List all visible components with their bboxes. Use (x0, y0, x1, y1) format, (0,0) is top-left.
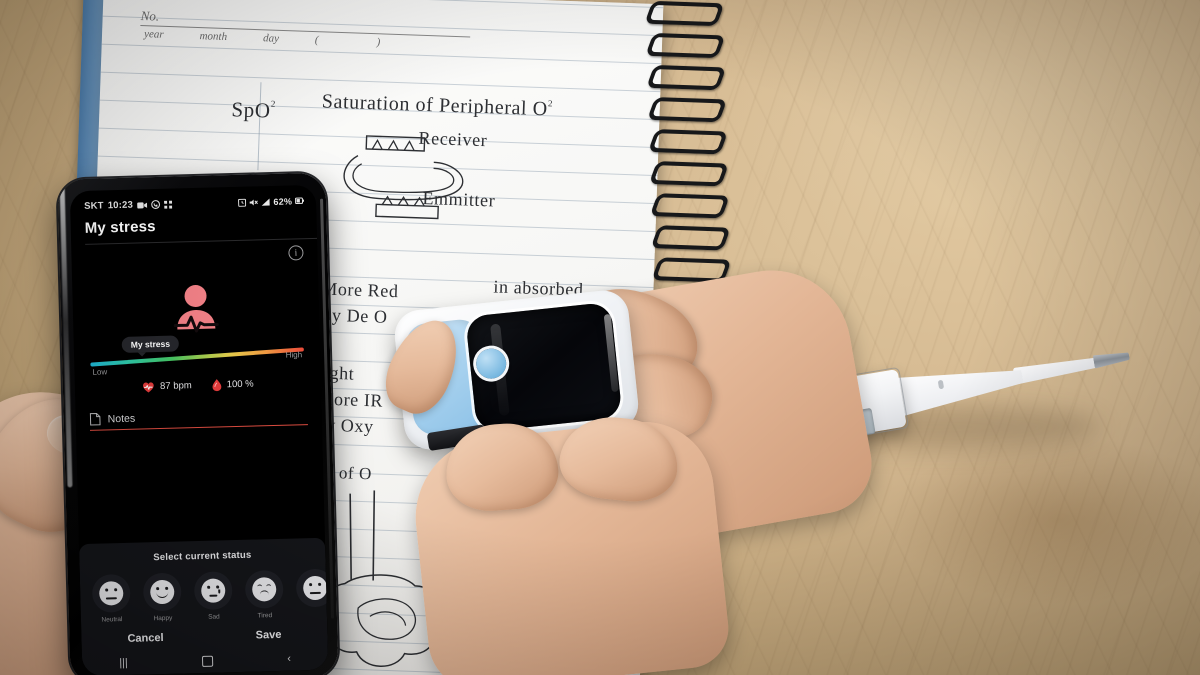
carrier-label: SKT (84, 200, 104, 212)
heart-rate-value: 87 bpm (159, 380, 192, 392)
cancel-button[interactable]: Cancel (127, 632, 163, 645)
mute-icon (250, 198, 259, 205)
handwriting-of-o: of O (338, 463, 373, 484)
battery-icon (294, 197, 305, 205)
notebook-paren-close: ) (376, 36, 381, 49)
phone-screen[interactable]: SKT 10:23 62% My stress i My stress Low … (69, 184, 329, 675)
notebook-year-label: year (143, 28, 164, 41)
status-option-sad[interactable]: Sad (190, 571, 237, 621)
video-icon (137, 201, 148, 208)
smartphone[interactable]: SKT 10:23 62% My stress i My stress Low … (57, 172, 339, 675)
happy-face-icon (149, 579, 175, 605)
gauge-high-label: High (285, 350, 303, 360)
photo-scene: No. year month day ( ) SpO 2 Saturation o… (0, 0, 1200, 675)
sketch-sensor-diagram (343, 135, 464, 220)
heart-rate-metric: 87 bpm (142, 380, 192, 393)
blood-drop-icon (212, 379, 222, 392)
notes-label: Notes (107, 412, 136, 425)
status-option-label: Sad (208, 613, 220, 621)
handwriting-spo2: SpO 2 (231, 97, 277, 123)
oxygen-metric: 100 % (212, 378, 254, 392)
status-option-label (293, 610, 327, 611)
notes-field[interactable]: Notes (89, 407, 308, 431)
thermometer-probe-tip (1093, 349, 1131, 370)
tired-face-icon (251, 577, 277, 602)
notebook-paren-open: ( (314, 34, 319, 47)
status-option-label: Tired (257, 612, 273, 620)
info-icon[interactable]: i (288, 245, 304, 261)
battery-percent-label: 62% (273, 195, 293, 207)
handwriting-more-red: More Red (320, 278, 399, 302)
notebook-day-label: day (262, 32, 280, 45)
metrics-row: 87 bpm 100 % (75, 376, 321, 395)
status-options: Neutral Happy Sad Tired (80, 559, 328, 626)
neutral-face-icon (98, 581, 124, 606)
status-option-neutral[interactable]: Neutral (88, 573, 135, 624)
status-option-happy[interactable]: Happy (139, 572, 186, 622)
status-option-label: Happy (153, 614, 173, 623)
note-icon (89, 412, 101, 426)
status-option-tired[interactable]: Tired (241, 569, 288, 620)
thermometer-shaft (1013, 353, 1105, 385)
save-button[interactable]: Save (256, 629, 282, 642)
sad-face-icon (200, 578, 226, 603)
stress-marker-pill: My stress (121, 335, 180, 353)
home-button[interactable] (201, 655, 214, 667)
thermometer-neck (891, 357, 1026, 418)
avatar-container (72, 260, 320, 358)
signal-icon (262, 198, 271, 206)
clock-label: 10:23 (107, 199, 134, 212)
whatsapp-icon (151, 200, 160, 209)
gauge-low-label: Low (92, 367, 108, 377)
recents-button[interactable]: ||| (119, 657, 128, 669)
status-option-partial[interactable] (292, 568, 328, 618)
oxygen-value: 100 % (226, 378, 254, 391)
partial-face-icon (302, 575, 328, 601)
handwriting-by-de-o: by De O (322, 304, 388, 327)
status-bottom-sheet: Select current status Neutral Happy Sad … (78, 537, 329, 675)
heart-icon (143, 381, 154, 392)
back-button[interactable]: ‹ (287, 653, 291, 665)
status-option-label: Neutral (101, 616, 123, 624)
alarm-icon (238, 198, 247, 207)
person-heartbeat-icon (173, 285, 219, 333)
notebook-month-label: month (199, 30, 228, 44)
apps-icon (163, 200, 173, 209)
